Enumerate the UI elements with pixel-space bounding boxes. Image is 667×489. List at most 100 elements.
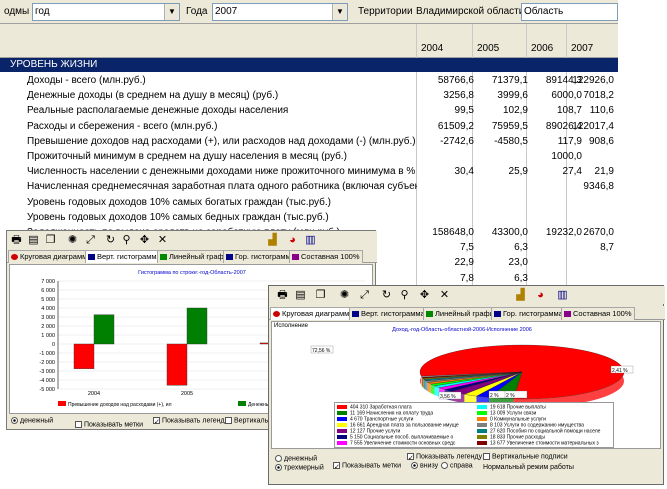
row-value: -4580,5: [494, 135, 528, 147]
section-header[interactable]: УРОВЕНЬ ЖИЗНИ: [0, 58, 618, 72]
tab-vertical-histogram[interactable]: Верт. гистограмма: [349, 307, 429, 320]
wand-icon[interactable]: ✺: [65, 233, 80, 247]
tab-horizontal-histogram[interactable]: Гор. гистограмма: [491, 307, 567, 320]
chart-3d-icon[interactable]: ▟: [265, 233, 280, 247]
pie-toolbar: 🖶 ▤ ❐ ✺ ⤢ ↻ ⚲ ✥ ✕ ▟ ◕ ▥: [269, 286, 665, 304]
normal-mode-checkbox[interactable]: Нормальный режим работы: [483, 464, 574, 471]
pie-chart-icon[interactable]: ◕: [533, 288, 548, 302]
histogram-bar[interactable]: [93, 314, 115, 345]
year-header[interactable]: 2006: [526, 41, 566, 57]
x-axis-icon[interactable]: ⤢: [83, 233, 98, 247]
y-tick-label: 5 000: [41, 297, 55, 303]
year-header[interactable]: 2004: [416, 41, 472, 57]
table-row[interactable]: Уровень годовых доходов 10% самых бедных…: [0, 210, 618, 225]
monetary-radio[interactable]: денежный: [11, 417, 53, 424]
y-tick-label: 1 000: [41, 333, 55, 339]
year-label: Года: [186, 6, 208, 17]
show-legend-checkbox[interactable]: ✓ Показывать легенд: [153, 417, 225, 426]
tab-horizontal-histogram[interactable]: Гор. гистограмма: [223, 250, 299, 263]
y-tick-label: 6 000: [41, 288, 55, 294]
x-tick-label: 2005: [181, 391, 193, 397]
monetary-radio[interactable]: денежный: [275, 455, 317, 462]
legend-swatch: [477, 429, 487, 433]
table-row[interactable]: Доходы - всего (млн.руб.) 58766,6 71379,1 8…: [0, 73, 618, 88]
bar-chart-icon[interactable]: ▥: [303, 233, 318, 247]
row-value: 2670,0: [583, 227, 614, 238]
period-select[interactable]: год ▼: [32, 3, 180, 21]
rotate-icon[interactable]: ↻: [379, 288, 394, 302]
row-value: 908,6: [588, 135, 614, 147]
table-row[interactable]: Реальные располагаемые денежные доходы н…: [0, 103, 618, 118]
row-label: Численность населении с денежными дохода…: [27, 166, 416, 178]
vertical-labels-checkbox[interactable]: Вертикальные подписи: [483, 453, 568, 460]
pie-options: денежный трехмерный ✓ Показывать метки ✓ П…: [269, 451, 665, 485]
tab-line-chart[interactable]: Линейный график: [423, 307, 502, 320]
vertical-checkbox[interactable]: Вертикальн: [225, 417, 272, 424]
move-icon[interactable]: ✥: [417, 288, 432, 302]
row-label: Уровень годовых доходов 10% самых бедных…: [27, 211, 329, 223]
print-icon[interactable]: 🖶: [275, 288, 290, 302]
x-tick-label: 2004: [88, 391, 100, 397]
legend-swatch: [337, 417, 347, 421]
show-labels-checkbox[interactable]: Показывать метки: [75, 421, 143, 428]
chevron-down-icon[interactable]: ▼: [332, 4, 347, 20]
histogram-bar[interactable]: [186, 307, 208, 345]
table-row[interactable]: Превышение доходов над расходами (+), ил…: [0, 134, 618, 149]
table-row[interactable]: Начисленная среднемесячная заработная пл…: [0, 179, 618, 194]
tab-stacked-100[interactable]: Составная 100%: [289, 250, 364, 263]
period-label: одмы: [4, 6, 30, 17]
y-tick-label: -5 000: [39, 387, 55, 393]
chevron-down-icon[interactable]: ▼: [164, 4, 179, 20]
x-axis-icon[interactable]: ⤢: [357, 288, 372, 302]
below-radio[interactable]: внизу: [411, 462, 438, 469]
show-legend-checkbox[interactable]: ✓ Показывать легенду: [407, 453, 482, 462]
zoom-icon[interactable]: ⚲: [119, 233, 134, 247]
y-tick-label: 4 000: [41, 306, 55, 312]
chart-3d-icon[interactable]: ▟: [513, 288, 528, 302]
table-row[interactable]: Уровень годовых доходов 10% самых богаты…: [0, 195, 618, 210]
year-header[interactable]: 2005: [472, 41, 526, 57]
table-row[interactable]: Расходы и сбережения - всего (млн.руб.) 6…: [0, 119, 618, 134]
row-value: 9346,8: [583, 181, 614, 193]
chart-title: Гистограмма по строке:-год-Область-2007: [138, 270, 246, 276]
tab-vertical-histogram[interactable]: Верт. гистограмма: [85, 250, 165, 263]
histogram-tabs: Круговая диаграмма Верт. гистограмма Лин…: [7, 249, 377, 263]
histogram-bar[interactable]: [73, 343, 95, 369]
move-icon[interactable]: ✥: [137, 233, 152, 247]
preview-icon[interactable]: ▤: [26, 233, 41, 247]
y-tick-label: 0: [52, 342, 55, 348]
row-value: 71379,1: [491, 75, 528, 86]
print-icon[interactable]: 🖶: [9, 233, 24, 247]
right-radio[interactable]: справа: [441, 462, 473, 469]
copy-icon[interactable]: ❐: [313, 288, 328, 302]
histogram-bar[interactable]: [166, 343, 188, 386]
close-icon[interactable]: ✕: [155, 233, 170, 247]
tab-pie[interactable]: Круговая диаграмма: [8, 250, 96, 263]
year-header[interactable]: 2007: [566, 41, 618, 57]
table-row[interactable]: Прожиточный минимум в среднем на душу на…: [0, 149, 618, 164]
show-labels-checkbox[interactable]: ✓ Показывать метки: [333, 462, 401, 471]
row-value: 61509,2: [437, 120, 474, 132]
year-select[interactable]: 2007 ▼: [212, 3, 348, 21]
y-tick-label: -1 000: [39, 351, 55, 357]
rotate-icon[interactable]: ↻: [103, 233, 118, 247]
tree-radio[interactable]: трехмерный: [275, 464, 324, 471]
legend-label: Превышение доходов над расходами (+), ил: [68, 402, 172, 408]
tab-stacked-100[interactable]: Составная 100%: [561, 307, 636, 320]
pie-slice-side: [425, 380, 428, 392]
pie-chart-window: 🖶 ▤ ❐ ✺ ⤢ ↻ ⚲ ✥ ✕ ▟ ◕ ▥ Круговая диаграм…: [268, 285, 665, 485]
territory-select[interactable]: Область: [521, 3, 618, 21]
legend-swatch: [337, 441, 347, 445]
table-row[interactable]: Денежные доходы (в среднем на душу в мес…: [0, 88, 618, 103]
pie-chart-icon[interactable]: ◕: [285, 233, 300, 247]
copy-icon[interactable]: ❐: [43, 233, 58, 247]
territory-select-value: Область: [524, 6, 564, 17]
bar-chart-icon[interactable]: ▥: [555, 288, 570, 302]
table-row[interactable]: Численность населении с денежными дохода…: [0, 164, 618, 179]
zoom-icon[interactable]: ⚲: [397, 288, 412, 302]
wand-icon[interactable]: ✺: [337, 288, 352, 302]
close-icon[interactable]: ✕: [437, 288, 452, 302]
preview-icon[interactable]: ▤: [293, 288, 308, 302]
tab-pie[interactable]: Круговая диаграмма: [270, 307, 358, 320]
row-value: 43300,0: [491, 227, 528, 238]
